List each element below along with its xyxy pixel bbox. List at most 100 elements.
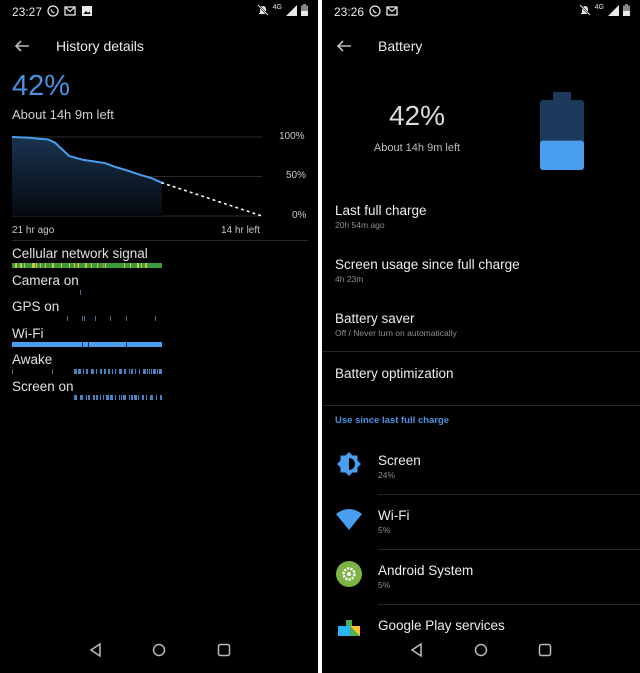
network-type-label: 4G xyxy=(594,3,604,11)
screen-segment xyxy=(106,395,109,400)
item-subtitle: 4h 23m xyxy=(335,274,364,284)
signal-segment-weak xyxy=(78,263,79,268)
signal-segment-poor xyxy=(103,263,104,268)
item-title: Last full charge xyxy=(335,203,427,218)
nav-back-icon[interactable] xyxy=(87,641,105,659)
history-area xyxy=(12,137,162,216)
battery-history-chart: 21 hr ago 14 hr left 100% 50% 0% xyxy=(12,131,312,243)
awake-segment xyxy=(83,369,84,374)
status-bar: 23:27 4G xyxy=(0,0,318,24)
signal-segment-weak xyxy=(69,263,70,268)
signal-segment-weak xyxy=(137,263,139,268)
battery-screen: 23:26 4G Battery 42% About 14h 9m left L… xyxy=(322,0,640,673)
nav-recents-icon[interactable] xyxy=(215,641,233,659)
screen-segment xyxy=(146,395,147,400)
signal-segment-weak xyxy=(91,263,92,268)
screen-segment xyxy=(131,395,133,400)
screen-segment xyxy=(129,395,130,400)
awake-segment xyxy=(108,369,110,374)
history-details-screen: 23:27 4G History details 42% About 14h 9… xyxy=(0,0,318,673)
last-full-charge-item[interactable]: Last full charge 20h 54m ago xyxy=(322,196,640,246)
image-icon xyxy=(82,6,92,16)
awake-segment xyxy=(12,369,13,374)
screen-segment xyxy=(74,395,77,400)
battery-summary: 42% About 14h 9m left xyxy=(322,100,512,154)
signal-segment-weak xyxy=(105,263,106,268)
awake-segment xyxy=(143,369,146,374)
status-bar: 23:26 4G xyxy=(322,0,640,24)
battery-terminal xyxy=(553,92,571,100)
back-arrow-icon[interactable] xyxy=(334,36,354,56)
screen-segment xyxy=(142,395,144,400)
signal-segment-weak xyxy=(145,263,147,268)
nav-home-icon[interactable] xyxy=(150,641,168,659)
awake-segment xyxy=(159,369,162,374)
mute-icon xyxy=(256,4,269,16)
signal-segment-weak xyxy=(52,263,54,268)
usage-item-screen[interactable]: Screen 24% xyxy=(322,439,640,494)
battery-level-icon xyxy=(540,92,584,170)
awake-segment xyxy=(119,369,122,374)
battery-optimization-item[interactable]: Battery optimization xyxy=(322,352,640,404)
screen-segment xyxy=(103,395,104,400)
network-type-label: 4G xyxy=(272,3,282,11)
cellular-signal-bar xyxy=(12,263,162,268)
awake-segment xyxy=(115,369,116,374)
awake-segment xyxy=(86,369,88,374)
awake-segment xyxy=(74,369,77,374)
gps-segment xyxy=(82,316,83,321)
wifi-bar xyxy=(12,342,162,347)
screen-segment xyxy=(110,395,113,400)
awake-segment xyxy=(129,369,130,374)
whatsapp-icon xyxy=(47,5,59,17)
x-tick-end: 14 hr left xyxy=(221,225,260,236)
screen-segment xyxy=(123,395,126,400)
gps-on-bar xyxy=(67,316,156,321)
awake-segment xyxy=(104,369,106,374)
gps-segment xyxy=(67,316,68,321)
usage-item-wifi[interactable]: Wi-Fi 5% xyxy=(322,494,640,549)
screen-segment xyxy=(80,395,83,400)
usage-percent: 24% xyxy=(378,470,396,480)
screen-segment xyxy=(119,395,120,400)
awake-segment xyxy=(112,369,113,374)
screen-segment xyxy=(93,395,95,400)
gmail-icon xyxy=(64,6,76,16)
signal-segment-weak xyxy=(32,263,35,268)
nav-back-icon[interactable] xyxy=(408,641,426,659)
awake-segment xyxy=(91,369,94,374)
gps-segment xyxy=(110,316,111,321)
y-tick-100: 100% xyxy=(279,131,305,142)
signal-segment-weak xyxy=(141,263,142,268)
usage-percent: 5% xyxy=(378,525,391,535)
awake-segment xyxy=(124,369,126,374)
signal-icon xyxy=(286,4,297,16)
awake-label: Awake xyxy=(12,352,53,367)
screen-usage-item[interactable]: Screen usage since full charge 4h 23m xyxy=(322,250,640,300)
screen-segment xyxy=(121,395,122,400)
signal-segment-poor xyxy=(77,263,78,268)
usage-item-android-system[interactable]: Android System 5% xyxy=(322,549,640,604)
camera-segment xyxy=(80,290,81,295)
screen-on-bar xyxy=(74,395,162,400)
gps-segment xyxy=(126,316,127,321)
signal-segment-weak xyxy=(15,263,17,268)
x-tick-start: 21 hr ago xyxy=(12,225,55,236)
wifi-label: Wi-Fi xyxy=(12,326,44,341)
section-header: Use since last full charge xyxy=(335,415,450,426)
signal-segment-weak xyxy=(130,263,131,268)
battery-saver-item[interactable]: Battery saver Off / Never turn on automa… xyxy=(322,304,640,350)
awake-segment xyxy=(149,369,150,374)
navigation-bar xyxy=(0,629,318,673)
item-title: Battery saver xyxy=(335,311,415,326)
y-tick-50: 50% xyxy=(286,170,307,181)
screen-segment xyxy=(150,395,153,400)
back-arrow-icon[interactable] xyxy=(12,36,32,56)
gps-segment xyxy=(84,316,85,321)
signal-segment-weak xyxy=(24,263,25,268)
nav-home-icon[interactable] xyxy=(472,641,490,659)
signal-segment-weak xyxy=(40,263,41,268)
screen-segment xyxy=(138,395,139,400)
awake-bar xyxy=(12,369,162,374)
nav-recents-icon[interactable] xyxy=(536,641,554,659)
